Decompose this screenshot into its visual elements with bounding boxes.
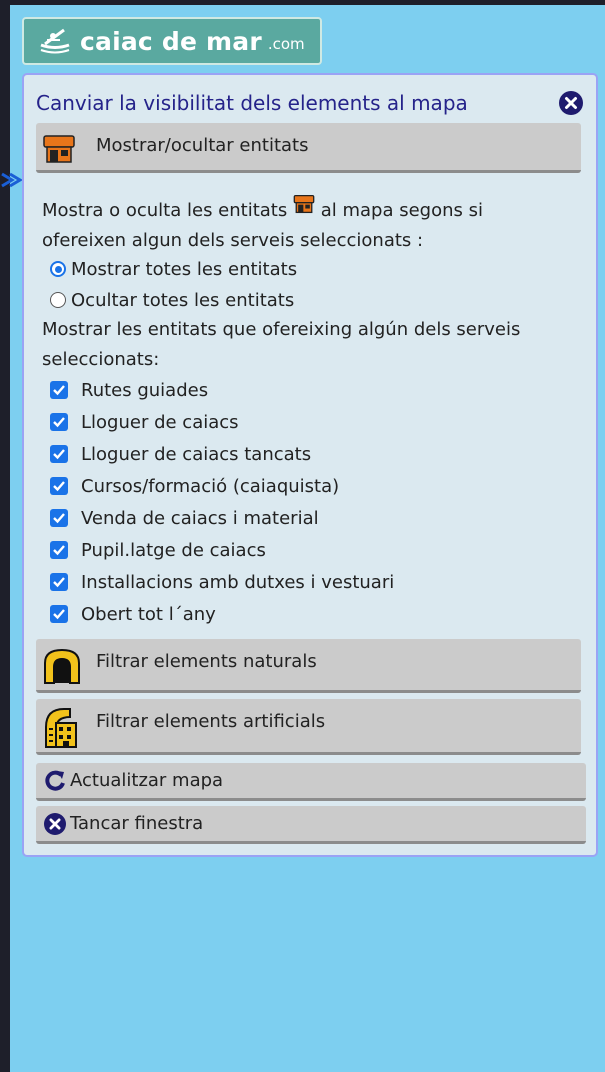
checkbox[interactable] bbox=[50, 541, 68, 559]
close-window-label: Tancar finestra bbox=[70, 813, 204, 834]
arch-icon bbox=[44, 648, 80, 684]
entitats-description: Mostra o oculta les entitats al mapa seg… bbox=[42, 194, 483, 256]
accordion-entitats-label: Mostrar/ocultar entitats bbox=[96, 135, 309, 156]
radio-show-all[interactable]: Mostrar totes les entitats bbox=[50, 254, 297, 284]
shop-icon bbox=[43, 135, 75, 163]
update-map-button[interactable]: Actualitzar mapa bbox=[36, 763, 586, 801]
service-checkbox-row[interactable]: Rutes guiades bbox=[50, 375, 208, 405]
accordion-naturals[interactable]: Filtrar elements naturals bbox=[36, 639, 581, 693]
radio-button[interactable] bbox=[50, 261, 66, 277]
checkbox[interactable] bbox=[50, 605, 68, 623]
service-checkbox-row[interactable]: Pupil.latge de caiacs bbox=[50, 535, 266, 565]
site-logo[interactable]: caiac de mar .com bbox=[22, 17, 322, 65]
checkbox[interactable] bbox=[50, 445, 68, 463]
radio-hide-all[interactable]: Ocultar totes les entitats bbox=[50, 285, 294, 315]
service-checkbox-row[interactable]: Cursos/formació (caiaquista) bbox=[50, 471, 339, 501]
close-window-button[interactable]: Tancar finestra bbox=[36, 806, 586, 844]
accordion-naturals-label: Filtrar elements naturals bbox=[96, 651, 317, 672]
service-checkbox-row[interactable]: Lloguer de caiacs bbox=[50, 407, 239, 437]
service-checkbox-row[interactable]: Lloguer de caiacs tancats bbox=[50, 439, 311, 469]
logo-text: caiac de mar bbox=[80, 26, 262, 56]
checkbox[interactable] bbox=[50, 573, 68, 591]
close-icon[interactable] bbox=[559, 91, 583, 115]
radio-button[interactable] bbox=[50, 292, 66, 308]
kayak-logo-icon bbox=[40, 28, 70, 54]
arrow-icon[interactable] bbox=[0, 168, 24, 192]
service-checkbox-row[interactable]: Installacions amb dutxes i vestuari bbox=[50, 567, 394, 597]
shop-icon bbox=[293, 194, 315, 214]
accordion-artificials[interactable]: Filtrar elements artificials bbox=[36, 699, 581, 755]
services-filter-description: Mostrar les entitats que ofereixing algú… bbox=[42, 319, 521, 370]
checkbox[interactable] bbox=[50, 381, 68, 399]
service-checkbox-row[interactable]: Venda de caiacs i material bbox=[50, 503, 319, 533]
accordion-entitats[interactable]: Mostrar/ocultar entitats bbox=[36, 123, 581, 173]
logo-tld: .com bbox=[267, 35, 305, 53]
refresh-icon bbox=[45, 770, 65, 791]
visibility-panel: Canviar la visibilitat dels elements al … bbox=[22, 73, 598, 857]
close-icon bbox=[44, 812, 66, 835]
update-map-label: Actualitzar mapa bbox=[70, 770, 224, 791]
checkbox[interactable] bbox=[50, 509, 68, 527]
checkbox[interactable] bbox=[50, 413, 68, 431]
panel-title: Canviar la visibilitat dels elements al … bbox=[36, 91, 468, 115]
building-icon bbox=[45, 708, 77, 748]
checkbox[interactable] bbox=[50, 477, 68, 495]
service-checkbox-row[interactable]: Obert tot l´any bbox=[50, 599, 216, 629]
accordion-artificials-label: Filtrar elements artificials bbox=[96, 711, 326, 732]
